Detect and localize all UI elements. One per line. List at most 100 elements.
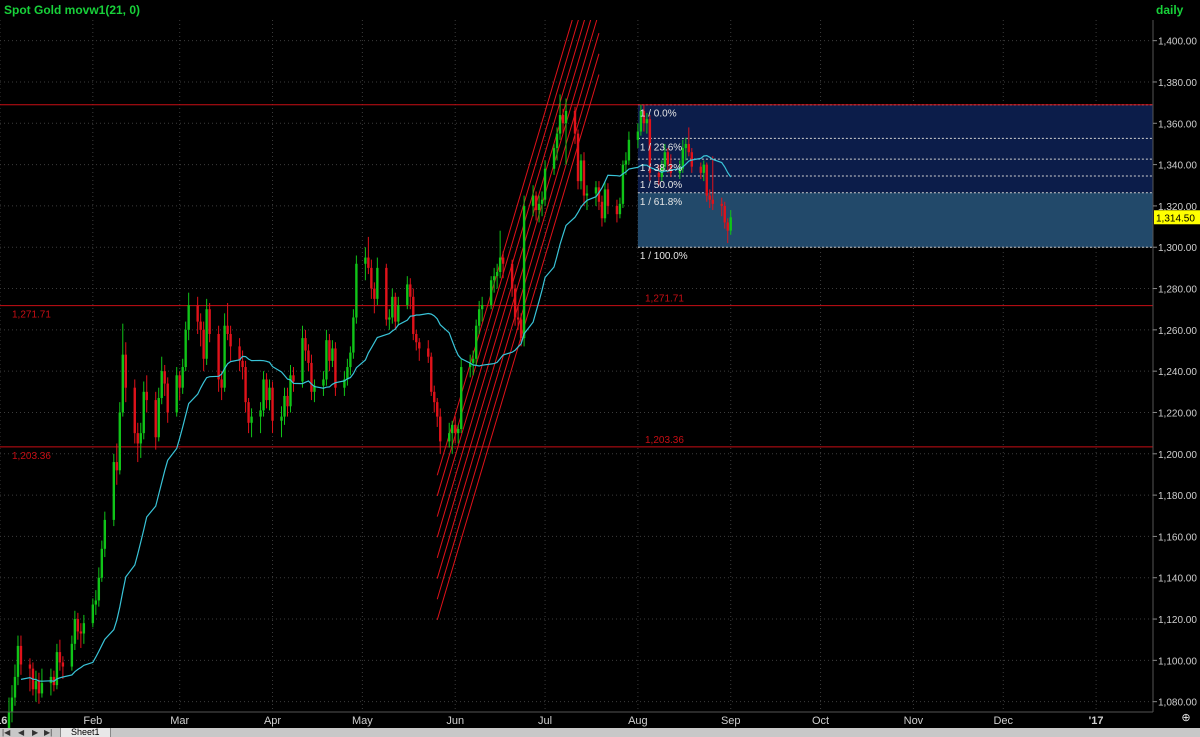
- candle-body: [606, 189, 610, 206]
- nav-first-icon[interactable]: |◀: [2, 728, 10, 737]
- candle-body: [723, 205, 726, 223]
- candle-body: [367, 257, 370, 268]
- candle-body: [573, 110, 577, 134]
- candle-body: [217, 333, 220, 380]
- candle-body: [726, 222, 729, 231]
- candle-body: [510, 263, 514, 289]
- candle-body: [202, 329, 205, 359]
- candle-body: [73, 619, 77, 644]
- nav-prev-icon[interactable]: ◀: [18, 728, 24, 737]
- candlesticks: [7, 94, 732, 737]
- candle-body: [244, 367, 247, 403]
- candle-body: [564, 110, 568, 124]
- fib-level-label: 1 / 0.0%: [640, 109, 677, 120]
- candle-body: [711, 199, 714, 204]
- candle-body: [157, 398, 160, 438]
- y-tick-label: 1,160.00: [1158, 532, 1197, 543]
- chart-window: 1,080.00 1,100.00 1,120.00 1,140.00 1,160.00…: [0, 0, 1200, 737]
- candle-body: [265, 379, 268, 401]
- x-tick-label: Feb: [83, 715, 102, 727]
- candle-body: [705, 164, 708, 196]
- y-tick-label: 1,080.00: [1158, 698, 1197, 709]
- candle-body: [178, 375, 181, 388]
- candle-body: [594, 187, 598, 194]
- candle-body: [292, 375, 295, 382]
- candle-body: [543, 168, 547, 200]
- candle-body: [489, 280, 493, 306]
- y-tick-label: 1,400.00: [1158, 37, 1197, 48]
- candle-body: [471, 358, 475, 363]
- chart-settings-icon[interactable]: ⊕: [1180, 712, 1192, 724]
- candle-body: [40, 683, 44, 694]
- y-tick-label: 1,240.00: [1158, 367, 1197, 378]
- candle-body: [322, 379, 325, 386]
- candle-body: [124, 354, 127, 388]
- level-label-left: 1,271.71: [12, 310, 51, 321]
- candle-body: [310, 362, 313, 392]
- candle-body: [480, 305, 484, 310]
- candle-body: [121, 354, 124, 413]
- candle-body: [241, 360, 244, 368]
- candle-body: [325, 340, 328, 380]
- chart-title: Spot Gold movw1(21, 0): [4, 3, 141, 17]
- candle-body: [115, 462, 118, 471]
- x-tick-label: Jul: [538, 715, 552, 727]
- period-label[interactable]: daily: [1156, 3, 1183, 17]
- x-tick-label: Mar: [170, 715, 189, 727]
- y-tick-label: 1,360.00: [1158, 119, 1197, 130]
- y-tick-label: 1,120.00: [1158, 615, 1197, 626]
- candle-body: [118, 412, 121, 471]
- candle-body: [615, 205, 619, 215]
- candle-body: [418, 342, 421, 349]
- candle-body: [436, 402, 439, 417]
- candle-body: [280, 416, 283, 421]
- candle-body: [259, 410, 262, 417]
- candle-body: [397, 305, 400, 322]
- candle-body: [58, 652, 62, 663]
- x-tick-label: Oct: [812, 715, 829, 727]
- candle-body: [684, 143, 688, 149]
- x-tick-label: Aug: [628, 715, 648, 727]
- candle-body: [433, 391, 436, 403]
- candle-body: [355, 263, 358, 318]
- y-tick-label: 1,300.00: [1158, 243, 1197, 254]
- candle-body: [627, 139, 631, 161]
- fib-zone-upper: [637, 104, 1153, 193]
- candle-body: [474, 325, 478, 359]
- candle-body: [304, 338, 307, 351]
- nav-next-icon[interactable]: ▶: [32, 728, 38, 737]
- candle-body: [37, 681, 41, 694]
- candle-body: [702, 164, 705, 173]
- candle-body: [184, 329, 187, 368]
- candle-body: [531, 195, 535, 206]
- candle-body: [576, 133, 580, 182]
- candle-body: [558, 115, 562, 134]
- candle-body: [498, 257, 502, 273]
- candle-body: [331, 348, 334, 361]
- fib-level-label: 1 / 50.0%: [640, 180, 682, 191]
- candle-body: [448, 433, 451, 442]
- candle-body: [166, 383, 169, 413]
- candle-body: [10, 697, 14, 712]
- y-tick-label: 1,100.00: [1158, 656, 1197, 667]
- fibonacci-retracement[interactable]: [637, 104, 1153, 248]
- candle-body: [376, 267, 379, 299]
- candle-body: [492, 276, 496, 281]
- fib-level-label: 1 / 100.0%: [640, 251, 688, 262]
- candle-body: [154, 400, 157, 438]
- candle-body: [552, 148, 556, 169]
- price-chart[interactable]: 1,080.00 1,100.00 1,120.00 1,140.00 1,160.00…: [0, 0, 1200, 737]
- candle-body: [537, 203, 541, 211]
- nav-last-icon[interactable]: ▶|: [44, 728, 52, 737]
- candle-body: [268, 387, 271, 401]
- candle-body: [600, 201, 604, 219]
- fib-level-label: 1 / 61.8%: [640, 197, 682, 208]
- x-tick-label: May: [352, 715, 373, 727]
- sheet-tab[interactable]: Sheet1: [60, 728, 111, 737]
- y-tick-label: 1,180.00: [1158, 491, 1197, 502]
- fib-level-label: 1 / 23.6%: [640, 142, 682, 153]
- candle-body: [519, 319, 523, 339]
- candle-body: [16, 645, 20, 677]
- fib-zone-lower: [637, 192, 1153, 248]
- candle-body: [334, 348, 337, 388]
